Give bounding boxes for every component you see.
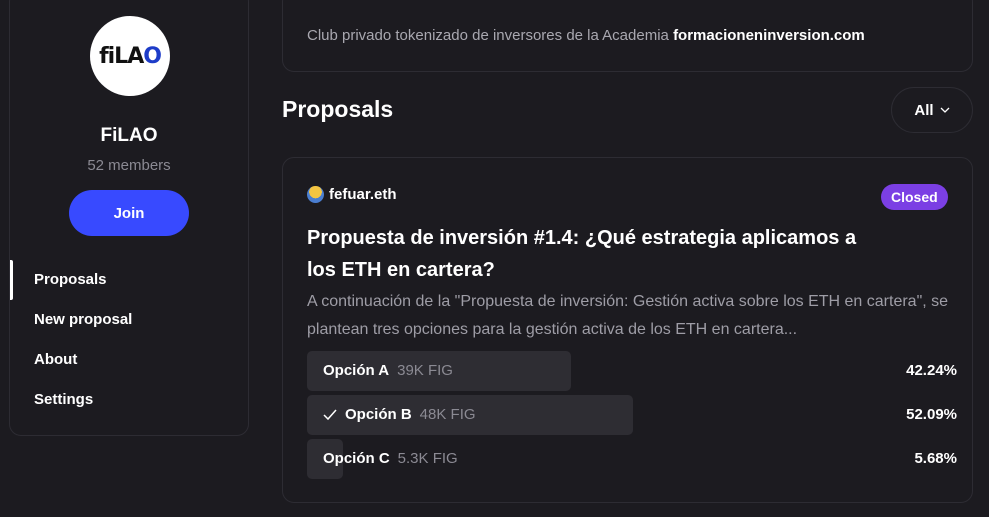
- choice-score: 48K FIG: [419, 406, 476, 423]
- nav-item-new-proposal[interactable]: New proposal: [10, 300, 248, 340]
- space-logo-text: fiLAO: [99, 43, 162, 69]
- nav-item-settings[interactable]: Settings: [10, 380, 248, 420]
- status-badge: Closed: [881, 184, 948, 210]
- proposal-author[interactable]: fefuar.eth: [307, 186, 397, 203]
- proposals-heading: Proposals: [282, 96, 394, 122]
- proposal-card[interactable]: fefuar.eth Closed Propuesta de inversión…: [282, 157, 973, 503]
- choice-percent: 42.24%: [906, 362, 957, 379]
- space-logo[interactable]: fiLAO: [90, 16, 170, 96]
- author-name: fefuar.eth: [329, 186, 397, 203]
- choice-label: Opción B 48K FIG: [323, 395, 476, 435]
- members-count[interactable]: 52 members: [10, 157, 248, 174]
- proposal-title[interactable]: Propuesta de inversión #1.4: ¿Qué estrat…: [307, 222, 867, 286]
- about-link[interactable]: formacioneninversion.com: [673, 27, 865, 44]
- choice-percent: 5.68%: [914, 450, 957, 467]
- choice-name: Opción B: [345, 406, 412, 423]
- author-avatar: [307, 186, 324, 203]
- about-description: Club privado tokenizado de inversores de…: [307, 27, 669, 44]
- choice-name: Opción C: [323, 450, 390, 467]
- space-nav: Proposals New proposal About Settings: [10, 260, 248, 420]
- nav-item-proposals[interactable]: Proposals: [10, 260, 248, 300]
- choice-row: Opción A 39K FIG 42.24%: [307, 351, 957, 391]
- choice-score: 39K FIG: [397, 362, 453, 379]
- space-name: FiLAO: [100, 125, 158, 146]
- choice-label: Opción C 5.3K FIG: [323, 439, 458, 479]
- nav-item-about[interactable]: About: [10, 340, 248, 380]
- choice-row: Opción C 5.3K FIG 5.68%: [307, 439, 957, 479]
- choice-name: Opción A: [323, 362, 390, 379]
- join-button[interactable]: Join: [69, 190, 189, 236]
- space-sidebar: fiLAO FiLAO 52 members Join Proposals Ne…: [9, 0, 249, 436]
- choice-percent: 52.09%: [906, 406, 957, 423]
- proposal-body: A continuación de la "Propuesta de inver…: [307, 293, 949, 338]
- chevron-down-icon: [940, 107, 950, 113]
- about-text: Club privado tokenizado de inversores de…: [307, 27, 865, 44]
- page: fiLAO FiLAO 52 members Join Proposals Ne…: [0, 0, 989, 517]
- choice-score: 5.3K FIG: [397, 450, 458, 467]
- check-icon: [323, 409, 337, 421]
- choice-label: Opción A 39K FIG: [323, 351, 453, 391]
- filter-dropdown[interactable]: All: [891, 87, 973, 133]
- filter-label: All: [914, 101, 934, 119]
- choice-row: Opción B 48K FIG 52.09%: [307, 395, 957, 435]
- about-card: Club privado tokenizado de inversores de…: [282, 0, 973, 72]
